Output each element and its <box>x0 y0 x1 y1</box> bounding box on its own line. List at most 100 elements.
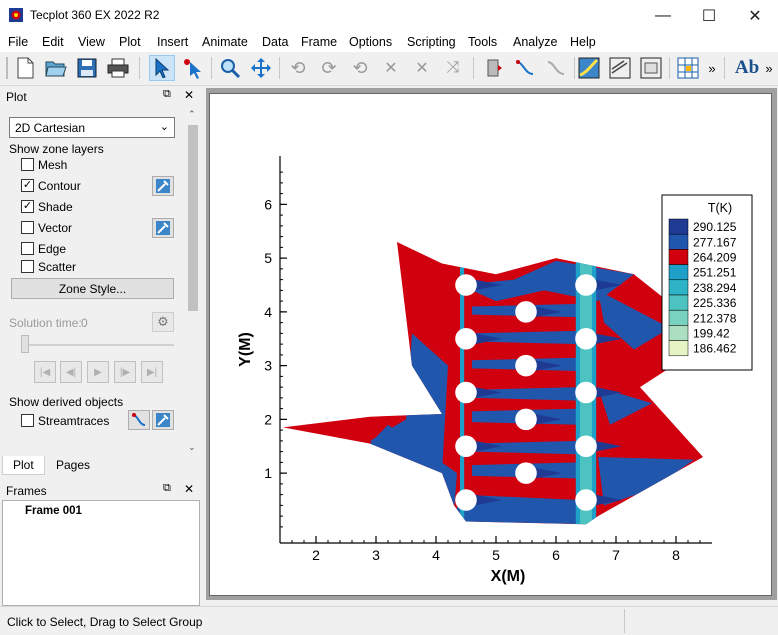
menu-options[interactable]: Options <box>349 35 392 49</box>
menu-scripting[interactable]: Scripting <box>407 35 456 49</box>
twist-icon[interactable]: ⤨ <box>440 55 466 81</box>
shade-checkbox[interactable]: ✓ <box>21 200 34 213</box>
grid-tool-icon[interactable] <box>675 55 701 81</box>
streamtrace-place-button[interactable] <box>128 410 150 430</box>
tab-pages[interactable]: Pages <box>46 456 100 475</box>
plot-type-value: 2D Cartesian <box>15 121 86 135</box>
toolbar-overflow-button[interactable]: » <box>704 55 720 81</box>
undock-icon[interactable]: ⧉ <box>163 88 171 101</box>
x-tick-label: 3 <box>372 547 380 563</box>
print-icon[interactable] <box>105 55 131 81</box>
rotate-y-icon[interactable]: ⟳ <box>316 55 342 81</box>
menu-data[interactable]: Data <box>262 35 288 49</box>
slider-handle[interactable] <box>21 335 29 353</box>
contour-checkbox[interactable]: ✓ <box>21 179 34 192</box>
scrollbar-thumb[interactable] <box>188 125 198 311</box>
close-panel-icon[interactable]: ✕ <box>184 482 194 496</box>
streamtraces-checkbox[interactable] <box>21 414 34 427</box>
spherical-rotate-icon[interactable]: ✕ <box>409 55 435 81</box>
tube-marker <box>455 435 477 458</box>
menu-edit[interactable]: Edit <box>42 35 64 49</box>
menu-plot[interactable]: Plot <box>119 35 141 49</box>
menu-bar: File Edit View Plot Insert Animate Data … <box>0 31 778 52</box>
rotate-x-icon[interactable]: ⟲ <box>285 55 311 81</box>
plot-type-select[interactable]: 2D Cartesian ⌄ <box>9 117 175 138</box>
edge-checkbox[interactable] <box>21 242 34 255</box>
rotate-z-icon[interactable]: ⟲ <box>347 55 373 81</box>
probe-icon[interactable] <box>481 55 507 81</box>
new-layout-icon[interactable] <box>12 55 38 81</box>
toolbar-separator <box>669 57 670 79</box>
vector-details-button[interactable] <box>152 218 174 238</box>
edge-label: Edge <box>38 242 67 256</box>
menu-insert[interactable]: Insert <box>157 35 188 49</box>
maximize-button[interactable]: ☐ <box>686 0 732 31</box>
tube-marker <box>575 489 597 511</box>
play-button[interactable]: ▶ <box>87 361 109 383</box>
translate-icon[interactable] <box>248 55 274 81</box>
text-tool-icon[interactable]: Ab <box>732 55 762 81</box>
legend-swatch <box>668 309 689 326</box>
y-tick-label: 5 <box>264 250 272 266</box>
solution-time-settings-button[interactable]: ⚙ <box>152 312 174 332</box>
scatter-label: Scatter <box>38 260 77 274</box>
iso-surface-icon[interactable] <box>638 55 664 81</box>
contour-remove-icon[interactable] <box>607 55 633 81</box>
legend-swatch <box>668 233 689 250</box>
scroll-down-icon[interactable]: ⌄ <box>188 442 196 453</box>
legend-swatch <box>668 340 689 357</box>
sidebar-scrollbar[interactable]: ⌃ ⌄ <box>186 107 200 455</box>
solution-time-slider[interactable] <box>24 344 174 346</box>
legend-label: 238.294 <box>693 281 737 295</box>
mesh-checkbox[interactable] <box>21 158 34 171</box>
toolbar-overflow-button-2[interactable]: » <box>762 55 776 81</box>
zoom-icon[interactable] <box>217 55 243 81</box>
vector-checkbox[interactable] <box>21 221 34 234</box>
menu-frame[interactable]: Frame <box>301 35 337 49</box>
vector-label: Vector <box>38 221 73 235</box>
contour-plot[interactable]: 2 3 4 5 6 7 8 1 2 3 4 5 6 X(M) Y(M) T(K) 290.125277.167… <box>210 94 773 597</box>
window-title: Tecplot 360 EX 2022 R2 <box>30 8 160 22</box>
legend-label: 186.462 <box>693 342 737 356</box>
close-button[interactable]: ✕ <box>732 0 778 31</box>
open-layout-icon[interactable] <box>43 55 69 81</box>
contour-region <box>598 457 694 506</box>
legend-swatch <box>668 218 689 235</box>
streamtrace-details-button[interactable] <box>152 410 174 430</box>
plot-frame[interactable]: 2 3 4 5 6 7 8 1 2 3 4 5 6 X(M) Y(M) T(K) 290.125 277.167… <box>209 93 772 596</box>
contour-label: Contour <box>38 179 81 193</box>
step-back-button[interactable]: ◀| <box>60 361 82 383</box>
scatter-checkbox[interactable] <box>21 260 34 273</box>
select-pointer-icon[interactable] <box>149 55 175 81</box>
tube-marker <box>455 274 477 296</box>
contour-details-button[interactable] <box>152 176 174 196</box>
toolbar-grip[interactable] <box>6 57 8 79</box>
save-icon[interactable] <box>74 55 100 81</box>
minimize-button[interactable]: — <box>640 0 686 31</box>
title-bar: Tecplot 360 EX 2022 R2 — ☐ ✕ <box>0 0 778 31</box>
adjustor-icon[interactable] <box>180 55 206 81</box>
tab-plot[interactable]: Plot <box>2 456 45 475</box>
first-step-button[interactable]: |◀ <box>34 361 56 383</box>
last-step-button[interactable]: ▶| <box>141 361 163 383</box>
slice-icon[interactable] <box>543 55 569 81</box>
streamtrace-icon[interactable] <box>512 55 538 81</box>
legend-swatch <box>668 264 689 281</box>
scroll-up-icon[interactable]: ⌃ <box>188 109 196 120</box>
menu-help[interactable]: Help <box>570 35 596 49</box>
step-forward-button[interactable]: |▶ <box>114 361 136 383</box>
roll-icon[interactable]: ✕ <box>378 55 404 81</box>
plot-panel-title: Plot <box>6 90 27 104</box>
menu-animate[interactable]: Animate <box>202 35 248 49</box>
menu-view[interactable]: View <box>78 35 105 49</box>
plot-panel-header: Plot ⧉ ✕ <box>0 86 204 106</box>
frame-item[interactable]: Frame 001 <box>25 505 82 517</box>
undock-icon[interactable]: ⧉ <box>163 482 171 495</box>
contour-add-icon[interactable] <box>576 55 602 81</box>
mesh-label: Mesh <box>38 158 68 172</box>
menu-analyze[interactable]: Analyze <box>513 35 557 49</box>
menu-file[interactable]: File <box>8 35 28 49</box>
menu-tools[interactable]: Tools <box>468 35 497 49</box>
close-panel-icon[interactable]: ✕ <box>184 88 194 102</box>
zone-style-button[interactable]: Zone Style... <box>11 278 174 299</box>
